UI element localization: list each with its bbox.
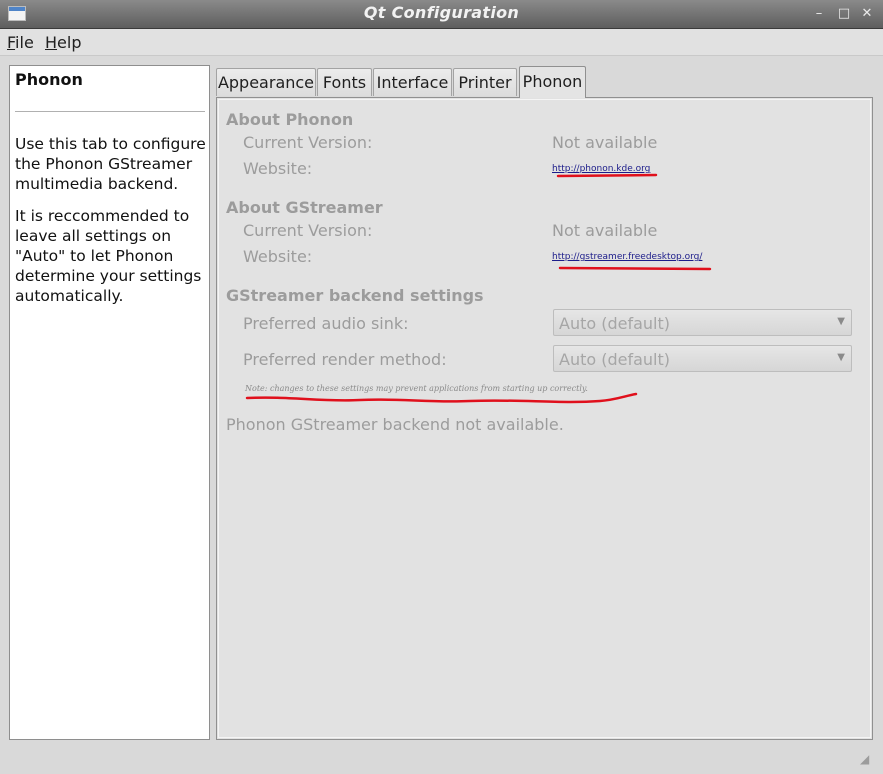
minimize-button[interactable]: – [810,5,828,23]
audio-sink-dropdown[interactable]: Auto (default) ▼ [553,309,852,336]
title-bar[interactable]: Qt Configuration – □ ✕ [0,0,883,29]
audio-sink-value: Auto (default) [559,314,671,333]
phonon-version-label: Current Version: [243,133,373,152]
chevron-down-icon: ▼ [837,316,845,327]
gstreamer-version-label: Current Version: [243,221,373,240]
close-button[interactable]: ✕ [858,5,876,23]
tab-printer[interactable]: Printer [453,68,517,96]
menu-file[interactable]: File [7,33,34,52]
menu-help[interactable]: Help [45,33,81,52]
about-phonon-heading: About Phonon [226,110,354,129]
gstreamer-website-link[interactable]: http://gstreamer.freedesktop.org/ [552,252,702,262]
tab-phonon[interactable]: Phonon [519,66,586,98]
phonon-website-link[interactable]: http://phonon.kde.org [552,164,650,174]
description-separator [15,111,205,112]
phonon-version-value: Not available [552,133,658,152]
render-method-value: Auto (default) [559,350,671,369]
gstreamer-website-label: Website: [243,247,313,266]
description-paragraph: It is reccommended to leave all settings… [15,207,202,305]
backend-status: Phonon GStreamer backend not available. [226,415,564,434]
maximize-button[interactable]: □ [835,5,853,23]
tab-interface[interactable]: Interface [373,68,452,96]
render-method-dropdown[interactable]: Auto (default) ▼ [553,345,852,372]
about-gstreamer-heading: About GStreamer [226,198,383,217]
resize-grip-icon[interactable]: ◢ [860,752,876,768]
chevron-down-icon: ▼ [837,352,845,363]
menu-bar: File Help [0,29,883,56]
render-method-label: Preferred render method: [243,350,447,369]
window-title: Qt Configuration [363,3,520,22]
tab-appearance[interactable]: Appearance [216,68,316,96]
phonon-website-label: Website: [243,159,313,178]
backend-settings-heading: GStreamer backend settings [226,286,484,305]
description-title: Phonon [15,70,83,89]
gstreamer-version-value: Not available [552,221,658,240]
description-panel: Phonon Use this tab to configure the Pho… [9,65,210,740]
audio-sink-label: Preferred audio sink: [243,314,409,333]
tab-fonts[interactable]: Fonts [317,68,372,96]
settings-note: Note: changes to these settings may prev… [245,384,588,393]
description-paragraph: Use this tab to configure the Phonon GSt… [15,135,206,193]
